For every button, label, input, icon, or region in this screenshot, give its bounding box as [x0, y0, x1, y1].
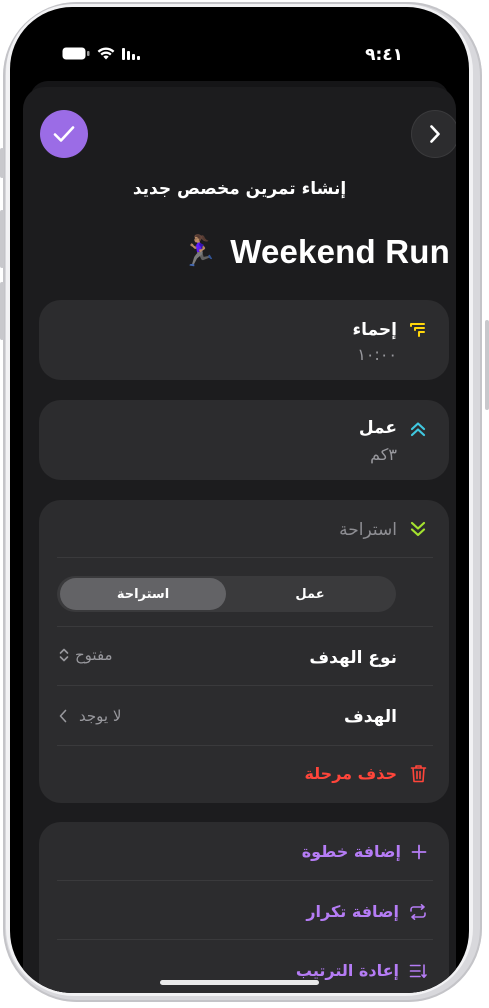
divider	[57, 880, 433, 881]
repeat-icon	[410, 903, 426, 920]
goal-picker[interactable]: لا يوجد	[59, 707, 121, 725]
divider	[57, 685, 433, 686]
actions-card: إضافة خطوة إضافة تكرار إعادة الترتيب	[39, 822, 449, 993]
segment-rest[interactable]: استراحة	[60, 578, 226, 610]
goal-type-value: مفتوح	[75, 646, 113, 664]
add-repeat-button[interactable]: إضافة تكرار	[306, 902, 427, 921]
goal-label: الهدف	[343, 707, 397, 727]
warmup-icon	[410, 323, 425, 337]
divider	[57, 745, 433, 746]
segmented-control: استراحة عمل	[57, 576, 396, 612]
goal-value: لا يوجد	[79, 707, 122, 725]
action-button	[0, 148, 4, 178]
volume-down-button	[0, 282, 4, 340]
home-indicator	[160, 980, 319, 985]
reorder-label: إعادة الترتيب	[295, 961, 399, 980]
add-step-label: إضافة خطوة	[301, 842, 401, 861]
step-card-rest: استراحة استراحة عمل نوع الهدف مفتوح الهد…	[39, 500, 449, 803]
step-value: ٣كم	[370, 445, 397, 464]
battery-icon	[62, 47, 90, 60]
chevron-up-down-icon	[59, 648, 69, 662]
goal-type-picker[interactable]: مفتوح	[59, 646, 113, 664]
status-icons	[62, 47, 140, 60]
workout-sheet: إنشاء تمرين مخصص جديد 🏃🏽‍♀️ Weekend Run …	[23, 87, 456, 993]
runner-emoji: 🏃🏽‍♀️	[180, 234, 219, 269]
forward-button[interactable]	[411, 110, 456, 158]
workout-title[interactable]: Weekend Run	[230, 233, 450, 271]
reorder-icon	[409, 963, 427, 978]
confirm-button[interactable]	[40, 110, 88, 158]
goal-type-label: نوع الهدف	[309, 648, 397, 668]
page-subtitle: إنشاء تمرين مخصص جديد	[132, 179, 347, 199]
workout-title-row: 🏃🏽‍♀️ Weekend Run	[181, 233, 450, 271]
add-step-button[interactable]: إضافة خطوة	[302, 842, 427, 861]
chevron-left-icon	[59, 709, 67, 723]
divider	[57, 939, 433, 940]
wifi-icon	[97, 47, 115, 60]
chevron-right-icon	[430, 125, 440, 143]
cellular-signal-icon	[122, 48, 140, 60]
step-title: استراحة	[339, 520, 397, 540]
divider	[57, 626, 433, 627]
reorder-button[interactable]: إعادة الترتيب	[296, 961, 427, 980]
power-button	[485, 320, 489, 410]
delete-step-label: حذف مرحلة	[304, 764, 397, 783]
divider	[57, 557, 433, 558]
segment-work[interactable]: عمل	[227, 578, 393, 610]
step-card-warmup[interactable]: إحماء ١٠:٠٠	[39, 300, 449, 380]
screen: ٩:٤١ إنشاء تمرين مخصص جديد 🏃🏽‍♀️ Weekend…	[10, 7, 469, 993]
trash-icon	[410, 765, 427, 783]
add-repeat-label: إضافة تكرار	[306, 902, 399, 921]
checkmark-icon	[53, 126, 75, 142]
double-chevron-up-icon	[410, 422, 426, 437]
status-time: ٩:٤١	[365, 45, 403, 65]
delete-step-button[interactable]: حذف مرحلة	[304, 764, 427, 783]
step-card-work[interactable]: عمل ٣كم	[39, 400, 449, 480]
step-title: عمل	[358, 418, 397, 438]
status-bar: ٩:٤١	[10, 45, 469, 69]
step-value: ١٠:٠٠	[357, 345, 397, 364]
step-title: إحماء	[352, 320, 397, 340]
plus-icon	[411, 844, 427, 859]
volume-up-button	[0, 210, 4, 268]
double-chevron-down-icon	[410, 521, 426, 537]
